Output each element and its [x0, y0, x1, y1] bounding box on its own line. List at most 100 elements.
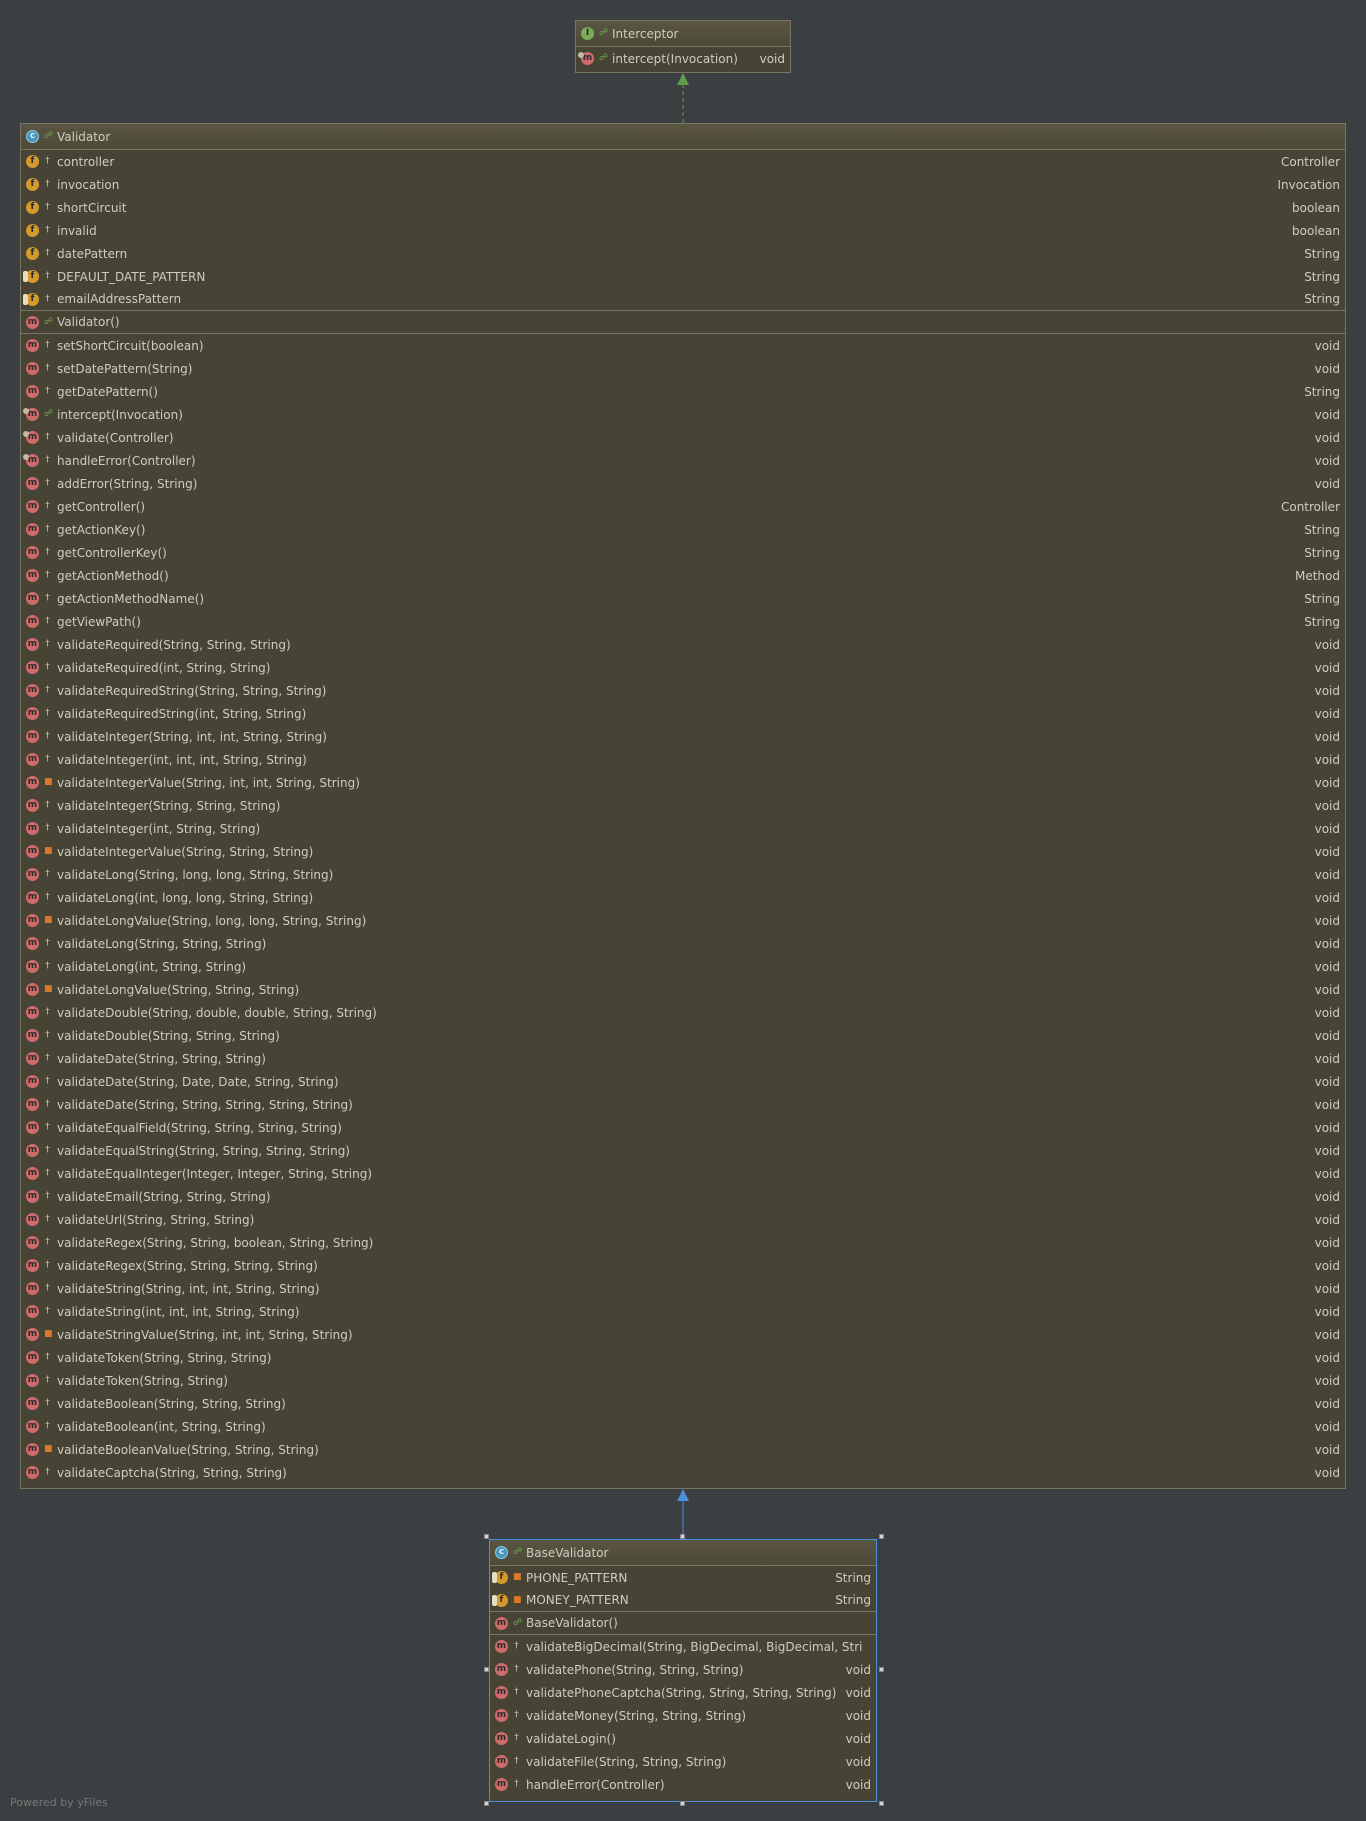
method-row[interactable]: m † validateRequired(int, String, String) v…	[21, 656, 1345, 679]
method-row[interactable]: m † getDatePattern() String	[21, 380, 1345, 403]
resize-handle-s[interactable]	[680, 1801, 685, 1806]
validator-node[interactable]: c ☍ Validator f † controller Controller f † in…	[20, 123, 1346, 1489]
method-row[interactable]: m † setDatePattern(String) void	[21, 357, 1345, 380]
method-row[interactable]: m † validateRequiredString(int, String, St…	[21, 702, 1345, 725]
field-row[interactable]: f † emailAddressPattern String	[21, 288, 1345, 311]
resize-handle-w[interactable]	[484, 1667, 489, 1672]
method-row[interactable]: m † validateLogin() void	[490, 1727, 876, 1750]
method-row[interactable]: m † setShortCircuit(boolean) void	[21, 334, 1345, 357]
resize-handle-sw[interactable]	[484, 1801, 489, 1806]
method-row[interactable]: m † validateBoolean(String, String, String…	[21, 1392, 1345, 1415]
basevalidator-header[interactable]: c ☍ BaseValidator	[490, 1540, 876, 1566]
method-row[interactable]: m † validatePhoneCaptcha(String, String, S…	[490, 1681, 876, 1704]
method-row[interactable]: m † validateInteger(int, String, String) vo…	[21, 817, 1345, 840]
method-row[interactable]: m † getActionMethodName() String	[21, 587, 1345, 610]
resize-handle-e[interactable]	[879, 1667, 884, 1672]
field-row[interactable]: f ■ MONEY_PATTERN String	[490, 1589, 876, 1612]
method-row[interactable]: m ■ validateIntegerValue(String, String, S…	[21, 840, 1345, 863]
method-row[interactable]: m † validateEqualField(String, String, Str…	[21, 1116, 1345, 1139]
method-row[interactable]: m † validateEqualInteger(Integer, Integer,…	[21, 1162, 1345, 1185]
field-row[interactable]: f ■ PHONE_PATTERN String	[490, 1566, 876, 1589]
method-row[interactable]: m † validateToken(String, String, String) v…	[21, 1346, 1345, 1369]
method-row[interactable]: m † validateDate(String, String, String) vo…	[21, 1047, 1345, 1070]
member-name: getDatePattern()	[57, 384, 158, 399]
protected-icon: †	[45, 547, 50, 557]
method-row[interactable]: m † validateInteger(int, int, int, String,…	[21, 748, 1345, 771]
method-row[interactable]: m † validateMoney(String, String, String) v…	[490, 1704, 876, 1727]
field-row[interactable]: f † controller Controller	[21, 150, 1345, 173]
method-row[interactable]: m † validatePhone(String, String, String) v…	[490, 1658, 876, 1681]
protected-icon: †	[514, 1733, 519, 1743]
method-row[interactable]: m ☍ intercept(Invocation) void	[576, 47, 790, 70]
method-row[interactable]: m † getActionMethod() Method	[21, 564, 1345, 587]
resize-handle-n[interactable]	[680, 1534, 685, 1539]
method-row[interactable]: m ■ validateStringValue(String, int, int, …	[21, 1323, 1345, 1346]
member-name: validateRequiredString(int, String, Stri…	[57, 706, 307, 721]
member-type: void	[845, 1777, 871, 1792]
field-row[interactable]: f † invalid boolean	[21, 219, 1345, 242]
method-row[interactable]: m † validateRequired(String, String, Strin…	[21, 633, 1345, 656]
method-row[interactable]: m † validateRegex(String, String, boolean,…	[21, 1231, 1345, 1254]
method-row[interactable]: m † validateCaptcha(String, String, String…	[21, 1461, 1345, 1484]
method-row[interactable]: m † validateEmail(String, String, String) v…	[21, 1185, 1345, 1208]
field-row[interactable]: f † shortCircuit boolean	[21, 196, 1345, 219]
method-row[interactable]: m † validateInteger(String, String, String…	[21, 794, 1345, 817]
method-row[interactable]: m ■ validateLongValue(String, String, Stri…	[21, 978, 1345, 1001]
method-row[interactable]: m † validateInteger(String, int, int, Stri…	[21, 725, 1345, 748]
method-row[interactable]: m ■ validateLongValue(String, long, long, …	[21, 909, 1345, 932]
member-name: handleError(Controller)	[57, 453, 196, 468]
method-row[interactable]: m † validateLong(String, String, String) vo…	[21, 932, 1345, 955]
method-row[interactable]: m † validateLong(int, long, long, String, …	[21, 886, 1345, 909]
method-row[interactable]: m † handleError(Controller) void	[490, 1773, 876, 1796]
method-row[interactable]: m † validateString(int, int, int, String, …	[21, 1300, 1345, 1323]
member-type: void	[845, 1731, 871, 1746]
method-row[interactable]: m † validateDouble(String, double, double,…	[21, 1001, 1345, 1024]
private-icon: ■	[44, 777, 53, 787]
method-row[interactable]: m † validateToken(String, String) void	[21, 1369, 1345, 1392]
interceptor-node[interactable]: I ☍ Interceptor m ☍ intercept(Invocation) v…	[575, 20, 791, 73]
node-title: Validator	[57, 129, 111, 144]
protected-icon: †	[45, 179, 50, 189]
member-name: PHONE_PATTERN	[526, 1570, 628, 1585]
method-row[interactable]: m † addError(String, String) void	[21, 472, 1345, 495]
method-row[interactable]: m † getActionKey() String	[21, 518, 1345, 541]
method-row[interactable]: m † getControllerKey() String	[21, 541, 1345, 564]
public-icon: ☍	[513, 1617, 523, 1628]
resize-handle-ne[interactable]	[879, 1534, 884, 1539]
interceptor-header[interactable]: I ☍ Interceptor	[576, 21, 790, 47]
resize-handle-nw[interactable]	[484, 1534, 489, 1539]
method-row[interactable]: m ■ validateBooleanValue(String, String, S…	[21, 1438, 1345, 1461]
method-row[interactable]: m † validateString(String, int, int, Strin…	[21, 1277, 1345, 1300]
method-row[interactable]: m ☍ BaseValidator()	[490, 1612, 876, 1635]
method-row[interactable]: m † getController() Controller	[21, 495, 1345, 518]
validator-header[interactable]: c ☍ Validator	[21, 124, 1345, 150]
method-row[interactable]: m † validateBoolean(int, String, String) vo…	[21, 1415, 1345, 1438]
method-row[interactable]: m † validateDate(String, Date, Date, Strin…	[21, 1070, 1345, 1093]
member-type: void	[845, 1754, 871, 1769]
method-row[interactable]: m † validateRegex(String, String, String, …	[21, 1254, 1345, 1277]
member-type: void	[1314, 1028, 1340, 1043]
field-row[interactable]: f † invocation Invocation	[21, 173, 1345, 196]
basevalidator-node[interactable]: c ☍ BaseValidator f ■ PHONE_PATTERN String f…	[489, 1539, 877, 1802]
method-row[interactable]: m † validateDate(String, String, String, S…	[21, 1093, 1345, 1116]
field-row[interactable]: f † datePattern String	[21, 242, 1345, 265]
method-row[interactable]: m † getViewPath() String	[21, 610, 1345, 633]
field-row[interactable]: f † DEFAULT_DATE_PATTERN String	[21, 265, 1345, 288]
method-row[interactable]: m † validateBigDecimal(String, BigDecimal,…	[490, 1635, 876, 1658]
method-row[interactable]: m † validateDouble(String, String, String)…	[21, 1024, 1345, 1047]
method-row[interactable]: m † validateLong(int, String, String) void	[21, 955, 1345, 978]
method-icon: m	[26, 1167, 39, 1180]
method-row[interactable]: m ☍ Validator()	[21, 311, 1345, 334]
member-name: validateDate(String, Date, Date, String,…	[57, 1074, 339, 1089]
method-row[interactable]: m † validateLong(String, long, long, Strin…	[21, 863, 1345, 886]
method-row[interactable]: m ☍ intercept(Invocation) void	[21, 403, 1345, 426]
method-row[interactable]: m † validateEqualString(String, String, St…	[21, 1139, 1345, 1162]
method-row[interactable]: m † validateRequiredString(String, String,…	[21, 679, 1345, 702]
field-icon: f	[26, 178, 39, 191]
method-row[interactable]: m † validate(Controller) void	[21, 426, 1345, 449]
resize-handle-se[interactable]	[879, 1801, 884, 1806]
method-row[interactable]: m † validateFile(String, String, String) vo…	[490, 1750, 876, 1773]
method-row[interactable]: m † validateUrl(String, String, String) voi…	[21, 1208, 1345, 1231]
method-row[interactable]: m ■ validateIntegerValue(String, int, int,…	[21, 771, 1345, 794]
method-row[interactable]: m † handleError(Controller) void	[21, 449, 1345, 472]
